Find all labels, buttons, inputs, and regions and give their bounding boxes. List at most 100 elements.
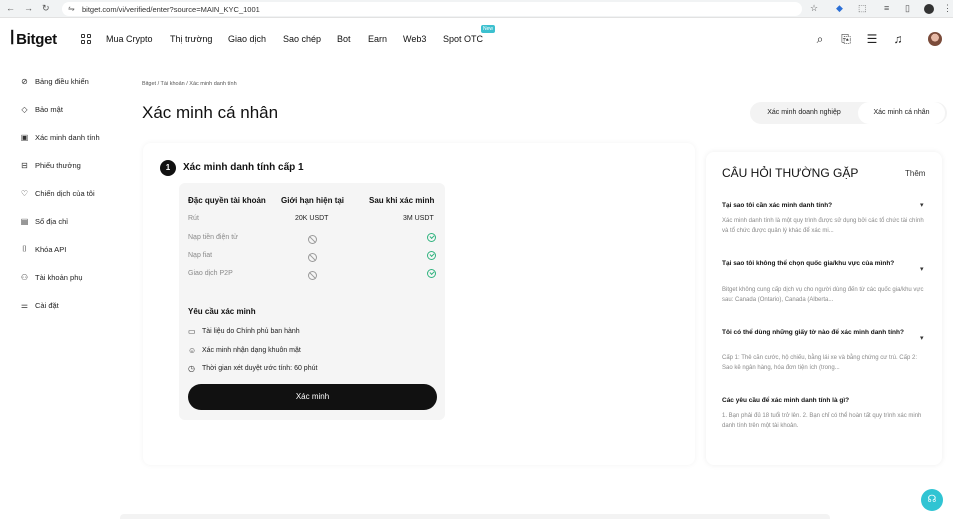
deposit-icon[interactable]: ⎘ xyxy=(839,32,853,46)
requirement-label: Thời gian xét duyệt ước tính: 60 phút xyxy=(202,365,318,372)
sidebar-item-label: Sổ địa chỉ xyxy=(35,216,68,226)
column-header-privilege: Đặc quyền tài khoản xyxy=(188,196,266,205)
arrow-right-icon[interactable]: → xyxy=(24,3,33,13)
check-circle-icon xyxy=(427,233,436,242)
orders-icon[interactable]: ☰ xyxy=(865,32,879,46)
tab-individual-verification[interactable]: Xác minh cá nhân xyxy=(858,102,945,124)
faq-question[interactable]: Tại sao tôi cần xác minh danh tính? xyxy=(722,201,918,210)
faq-answer: 1. Bạn phải đủ 18 tuổi trở lên. 2. Bạn c… xyxy=(722,413,922,429)
requirement-item: ☺ Xác minh nhận dạng khuôn mặt xyxy=(188,346,301,355)
current-limit-withdraw: 20K USDT xyxy=(295,215,329,222)
sidebar-toggle-icon[interactable]: ▯ xyxy=(905,3,910,14)
faq-title: CÂU HỎI THƯỜNG GẶP xyxy=(722,166,859,180)
chevron-down-icon[interactable]: ▾ xyxy=(920,265,924,273)
sub-account-icon: ⚇ xyxy=(20,272,29,282)
id-card-icon: ▣ xyxy=(20,132,29,142)
arrow-left-icon[interactable]: ← xyxy=(6,3,15,13)
browser-toolbar: ← → ↻ ⇋ bitget.com/vi/verified/enter?sou… xyxy=(0,0,953,18)
column-header-after-verification: Sau khi xác minh xyxy=(369,196,435,205)
sidebar-item-identity[interactable]: ▣ Xác minh danh tính xyxy=(19,130,100,144)
address-book-icon: ▤ xyxy=(20,216,29,226)
requirement-label: Tài liệu do Chính phủ ban hành xyxy=(202,328,300,335)
sidebar-item-label: Cài đặt xyxy=(35,300,59,310)
tab-search-icon[interactable]: ≡ xyxy=(884,3,889,13)
breadcrumb[interactable]: Bitget / Tài khoản / Xác minh danh tính xyxy=(142,81,237,87)
faq-answer: Xác minh danh tính là một quy trình được… xyxy=(722,218,924,234)
row-label-withdraw: Rút xyxy=(188,215,199,222)
sidebar-item-label: Chiến dịch của tôi xyxy=(35,188,95,198)
search-icon[interactable]: ⌕ xyxy=(813,32,827,46)
nav-thi-truong[interactable]: Thị trường xyxy=(170,34,212,44)
blocked-icon xyxy=(308,271,317,280)
coupon-icon: ⊟ xyxy=(21,160,28,170)
step-number: 1 xyxy=(160,160,176,176)
chevron-down-icon[interactable]: ▾ xyxy=(920,334,924,342)
faq-question[interactable]: Tôi có thể dùng những giấy tờ nào để xác… xyxy=(722,328,918,337)
face-icon: ☺ xyxy=(188,346,197,355)
nav-giao-dich[interactable]: Giao dịch xyxy=(228,34,266,44)
sidebar-item-label: Bảo mật xyxy=(35,104,63,114)
more-vertical-icon[interactable]: ⋮ xyxy=(943,3,952,14)
puzzle-icon[interactable]: ⬚ xyxy=(858,3,867,14)
row-label-fiat-deposit: Nạp fiat xyxy=(188,252,213,259)
sidebar-item-settings[interactable]: ⚌ Cài đặt xyxy=(19,298,59,312)
site-header: ꟾ Bitget Mua Crypto Thị trường Giao dịch … xyxy=(0,18,953,62)
new-badge: New xyxy=(481,25,496,33)
nav-bot[interactable]: Bot xyxy=(337,34,351,44)
sidebar-item-label: Bảng điều khiển xyxy=(35,76,89,86)
nav-earn[interactable]: Earn xyxy=(368,34,387,44)
url-text: bitget.com/vi/verified/enter?source=MAIN… xyxy=(82,5,260,14)
sidebar-item-label: Tài khoản phụ xyxy=(35,272,83,282)
sidebar-item-campaigns[interactable]: ♡ Chiến dịch của tôi xyxy=(19,186,95,200)
verification-type-toggle: Xác minh doanh nghiệp Xác minh cá nhân xyxy=(750,102,947,124)
nav-spot-otc[interactable]: Spot OTC xyxy=(443,34,483,44)
check-circle-icon xyxy=(427,251,436,260)
sidebar-item-coupons[interactable]: ⊟ Phiếu thưởng xyxy=(19,158,81,172)
blocked-icon xyxy=(308,235,317,244)
reload-icon[interactable]: ↻ xyxy=(42,3,50,14)
sidebar-item-dashboard[interactable]: ⊘ Bảng điều khiển xyxy=(19,74,89,88)
sidebar-item-label: Phiếu thưởng xyxy=(35,160,81,170)
profile-icon[interactable] xyxy=(924,4,934,14)
column-header-current-limit: Giới hạn hiện tại xyxy=(281,196,345,205)
chevron-down-icon[interactable]: ▾ xyxy=(920,201,924,209)
requirement-label: Xác minh nhận dạng khuôn mặt xyxy=(202,347,301,354)
faq-question[interactable]: Các yêu cầu để xác minh danh tính là gì? xyxy=(722,396,918,405)
address-bar[interactable]: ⇋ bitget.com/vi/verified/enter?source=MA… xyxy=(62,2,802,16)
heart-icon: ♡ xyxy=(20,188,29,198)
faq-question[interactable]: Tại sao tôi không thể chọn quốc gia/khu … xyxy=(722,259,918,268)
bell-icon[interactable]: ♫ xyxy=(891,32,905,46)
support-chat-icon[interactable]: ☊ xyxy=(921,489,943,511)
clock-icon: ◷ xyxy=(188,364,195,373)
nav-sao-chep[interactable]: Sao chép xyxy=(283,34,321,44)
sidebar-item-security[interactable]: ◇ Bảo mật xyxy=(19,102,63,116)
footer-edge xyxy=(120,514,830,519)
sidebar-item-label: Xác minh danh tính xyxy=(35,132,100,142)
check-circle-icon xyxy=(427,269,436,278)
user-avatar[interactable] xyxy=(928,32,942,46)
faq-answer: Cấp 1: Thẻ căn cước, hộ chiếu, bằng lái … xyxy=(722,355,917,371)
sidebar-item-api[interactable]: ⌷ Khóa API xyxy=(19,242,66,256)
step-title: Xác minh danh tính cấp 1 xyxy=(183,162,304,173)
sidebar-item-label: Khóa API xyxy=(35,244,67,254)
nav-mua-crypto[interactable]: Mua Crypto xyxy=(106,34,153,44)
site-settings-icon[interactable]: ⇋ xyxy=(68,4,75,13)
blocked-icon xyxy=(308,253,317,262)
sidebar-item-address-book[interactable]: ▤ Sổ địa chỉ xyxy=(19,214,68,228)
bitget-logo[interactable]: ꟾ Bitget xyxy=(10,30,57,48)
nav-web3[interactable]: Web3 xyxy=(403,34,426,44)
verify-button[interactable]: Xác minh xyxy=(188,384,437,410)
document-icon: ▭ xyxy=(188,327,196,336)
faq-answer: Bitget không cung cấp dịch vụ cho người … xyxy=(722,287,924,303)
row-label-p2p: Giao dịch P2P xyxy=(188,270,233,277)
sidebar-item-sub-account[interactable]: ⚇ Tài khoản phụ xyxy=(19,270,83,284)
page-title: Xác minh cá nhân xyxy=(142,103,279,122)
requirement-item: ▭ Tài liệu do Chính phủ ban hành xyxy=(188,327,300,336)
faq-more-link[interactable]: Thêm xyxy=(905,169,925,178)
tab-business-verification[interactable]: Xác minh doanh nghiệp xyxy=(752,102,856,124)
apps-grid-icon[interactable] xyxy=(81,34,91,44)
extension-icon[interactable]: ◆ xyxy=(836,3,843,14)
logo-text: Bitget xyxy=(16,31,57,48)
star-icon[interactable]: ☆ xyxy=(810,3,818,14)
requirement-item: ◷ Thời gian xét duyệt ước tính: 60 phút xyxy=(188,364,317,373)
